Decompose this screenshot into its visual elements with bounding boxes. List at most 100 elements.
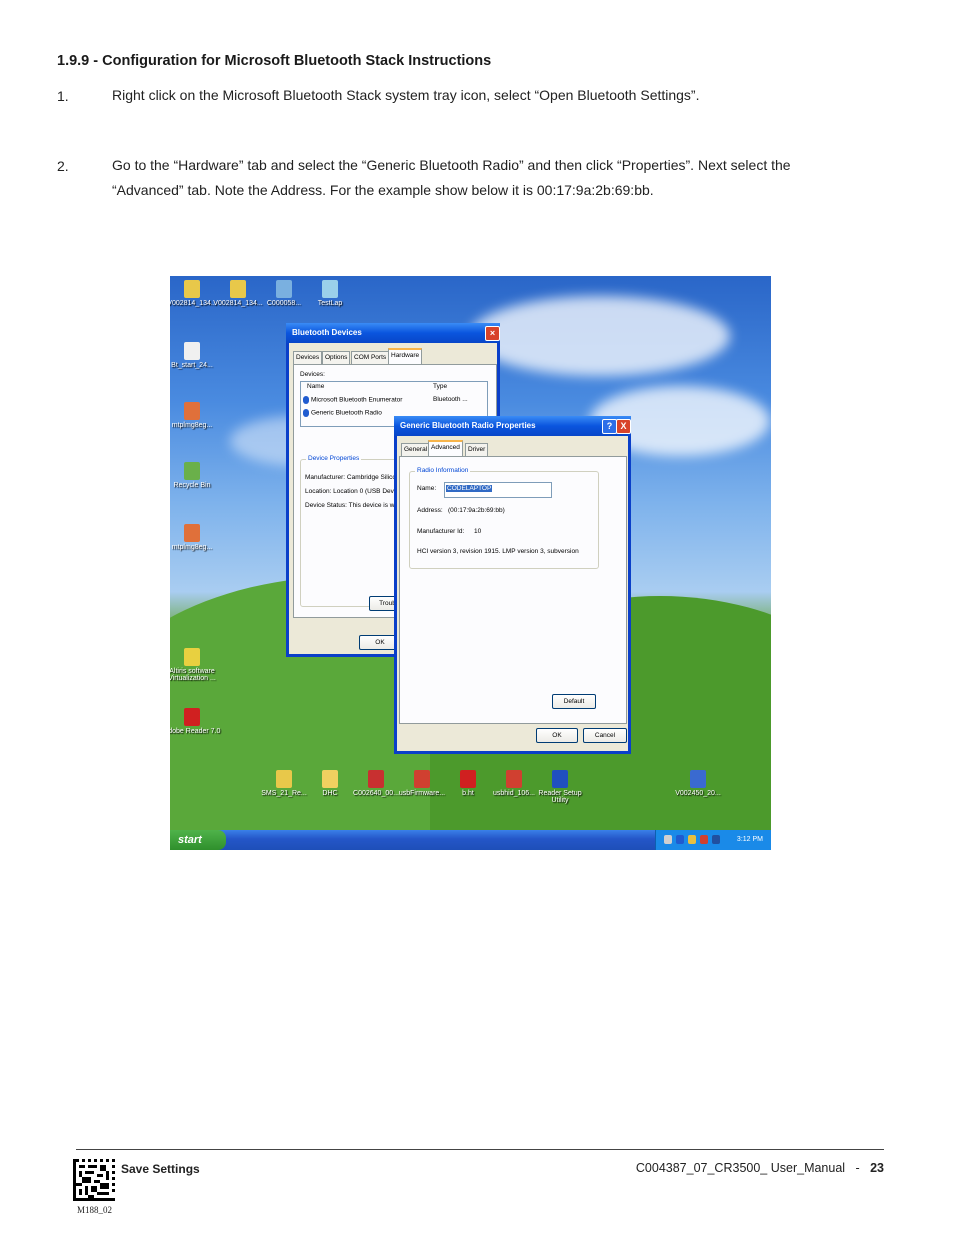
desktop-icon[interactable]: mtplmg8eg... (170, 402, 222, 429)
location-text: Location: Location 0 (USB Devi (305, 488, 396, 495)
usb-icon (506, 770, 522, 788)
network-icon[interactable] (688, 835, 696, 844)
recycle-bin-icon (184, 462, 200, 480)
start-button[interactable]: start (170, 830, 226, 850)
name-label: Name: (417, 485, 437, 492)
word-doc-icon (690, 770, 706, 788)
zip-folder-icon (276, 770, 292, 788)
footer-separator: - (855, 1161, 860, 1175)
advanced-panel: Radio Information Name: CODELAPTOP Addre… (399, 456, 627, 724)
bluetooth-icon (303, 396, 309, 404)
system-tray: 3:12 PM (655, 830, 771, 850)
help-icon[interactable]: ? (602, 419, 617, 434)
tab-devices[interactable]: Devices (293, 351, 323, 364)
document-icon (276, 280, 292, 298)
barcode-label: M188_02 (77, 1205, 113, 1215)
datamatrix-barcode (73, 1159, 115, 1201)
radio-information-group: Radio Information Name: CODELAPTOP Addre… (409, 467, 599, 569)
devices-label: Devices: (300, 371, 325, 378)
document-id: C004387_07_CR3500_ User_Manual (635, 1161, 846, 1175)
file-icon (184, 402, 200, 420)
radio-properties-title: Generic Bluetooth Radio Properties (394, 416, 631, 436)
address-value: (00:17:9a:2b:69:bb) (448, 507, 505, 514)
document-icon (184, 342, 200, 360)
step-1-number: 1. (57, 88, 69, 104)
taskbar: start 3:12 PM (170, 830, 771, 850)
device-name: Generic Bluetooth Radio (311, 409, 382, 417)
step-1-text: Right click on the Microsoft Bluetooth S… (112, 87, 700, 103)
desktop-icon-label: mtplmg8eg... (171, 544, 213, 551)
close-icon[interactable]: X (616, 419, 631, 434)
device-properties-title: Device Properties (306, 455, 362, 462)
usb-icon (414, 770, 430, 788)
desktop-icon[interactable]: V002450_20... (668, 770, 728, 797)
bluetooth-icon (303, 409, 309, 417)
column-type[interactable]: Type (433, 383, 447, 390)
adobe-reader-icon (184, 708, 200, 726)
manufacturer-id-label: Manufacturer Id: (417, 528, 465, 535)
desktop-icon-label: Recycle Bin (173, 482, 211, 489)
desktop-icon[interactable]: Bt_start_24... (170, 342, 222, 369)
desktop-icon[interactable]: mtplmg8eg... (170, 524, 222, 551)
desktop-icon-label: Reader Setup Utility (538, 790, 582, 804)
footer-document-info: C004387_07_CR3500_ User_Manual - 23 (636, 1161, 884, 1175)
step-2-number: 2. (57, 158, 69, 174)
hci-version-text: HCI version 3, revision 1915. LMP versio… (417, 548, 579, 555)
radio-information-title: Radio Information (415, 467, 471, 474)
desktop-icon[interactable]: Reader Setup Utility (530, 770, 590, 804)
page-number: 23 (870, 1161, 884, 1175)
app-icon (184, 648, 200, 666)
status-text: Device Status: This device is w (305, 502, 395, 509)
tab-advanced[interactable]: Advanced (428, 440, 463, 456)
name-field[interactable]: CODELAPTOP (444, 482, 552, 498)
tab-general[interactable]: General (401, 443, 431, 456)
tab-options[interactable]: Options (322, 351, 351, 364)
desktop-icon[interactable]: Altiris software Virtualization ... (170, 648, 222, 682)
zip-folder-icon (184, 280, 200, 298)
zip-folder-icon (230, 280, 246, 298)
clock[interactable]: 3:12 PM (737, 836, 763, 843)
close-icon[interactable]: × (485, 326, 500, 341)
step-2-text-line2: “Advanced” tab. Note the Address. For th… (112, 182, 654, 198)
app-icon (460, 770, 476, 788)
radio-properties-window: Generic Bluetooth Radio Properties ? X G… (394, 416, 631, 754)
default-button[interactable]: Default (552, 694, 596, 709)
file-icon (184, 524, 200, 542)
tray-arrow-icon[interactable] (664, 835, 672, 844)
footer-divider (76, 1149, 884, 1150)
bluetooth-devices-title: Bluetooth Devices (286, 323, 500, 343)
desktop-icon-label: TestLap (317, 300, 343, 307)
security-icon[interactable] (700, 835, 708, 844)
media-icon[interactable] (712, 835, 720, 844)
tab-driver[interactable]: Driver (465, 443, 489, 456)
name-value: CODELAPTOP (446, 485, 493, 492)
device-name: Microsoft Bluetooth Enumerator (311, 396, 403, 404)
bluetooth-tray-icon[interactable] (676, 835, 684, 844)
tab-com-ports[interactable]: COM Ports (351, 351, 390, 364)
desktop-icon-label: Altiris software Virtualization ... (170, 668, 216, 682)
cancel-button[interactable]: Cancel (583, 728, 627, 743)
desktop-icon-label: Adobe Reader 7.0 (170, 728, 221, 735)
desktop-icon[interactable]: TestLap (300, 280, 360, 307)
desktop-icon[interactable]: Adobe Reader 7.0 (170, 708, 222, 735)
desktop-icon-label: mtplmg8eg... (171, 422, 213, 429)
column-name[interactable]: Name (307, 383, 324, 390)
desktop-icon[interactable]: Recycle Bin (170, 462, 222, 489)
notepad-icon (322, 280, 338, 298)
device-type: Bluetooth ... (433, 396, 468, 403)
footer-section-title: Save Settings (121, 1162, 200, 1176)
desktop-icon-label: Bt_start_24... (171, 362, 213, 369)
list-item[interactable]: Generic Bluetooth Radio (303, 409, 382, 417)
address-label: Address: (417, 507, 443, 514)
section-heading: 1.9.9 - Configuration for Microsoft Blue… (57, 53, 492, 69)
list-item[interactable]: Microsoft Bluetooth Enumerator (303, 396, 402, 404)
desktop-icon-label: V002450_20... (675, 790, 721, 797)
folder-icon (322, 770, 338, 788)
ok-button[interactable]: OK (536, 728, 578, 743)
windows-xp-screenshot: V002814_134... V002814_134... C000058... Te… (170, 276, 771, 850)
manufacturer-id-value: 10 (474, 528, 482, 535)
app-icon (552, 770, 568, 788)
step-2-text-line1: Go to the “Hardware” tab and select the … (112, 157, 791, 173)
app-icon (368, 770, 384, 788)
tab-hardware[interactable]: Hardware (388, 348, 423, 364)
